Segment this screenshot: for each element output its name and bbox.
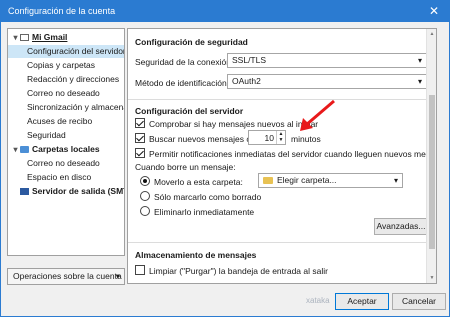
watermark-logo: xataka <box>306 296 330 305</box>
mail-icon <box>20 34 29 41</box>
spin-arrows-icon[interactable]: ▲ ▼ <box>276 131 285 144</box>
close-icon[interactable]: ✕ <box>418 0 450 22</box>
tree-item-label: Carpetas locales <box>32 144 100 154</box>
auth-method-label: Método de identificación: <box>135 78 230 88</box>
chevron-down-icon: ▾ <box>393 176 398 185</box>
red-arrow-annotation <box>300 99 335 131</box>
send-icon <box>20 188 29 195</box>
chevron-down-icon: ▾ <box>115 271 120 281</box>
mark-deleted-radio[interactable] <box>140 191 150 201</box>
auth-method-select[interactable]: OAuth2 ▾ <box>227 74 427 89</box>
tree-item-disk-space[interactable]: Espacio en disco <box>8 171 124 184</box>
check-every-checkbox[interactable] <box>135 133 145 143</box>
folder-picker-value: Elegir carpeta... <box>277 175 337 185</box>
window-title: Configuración de la cuenta <box>8 6 116 16</box>
tree-item-local-folders[interactable]: ▾ Carpetas locales <box>8 143 124 156</box>
divider <box>128 242 426 243</box>
security-section-title: Configuración de seguridad <box>135 37 248 47</box>
account-operations-label: Operaciones sobre la cuenta <box>13 271 122 281</box>
collapse-icon[interactable]: ▾ <box>12 31 19 44</box>
mark-deleted-label: Sólo marcarlo como borrado <box>154 192 262 202</box>
tree-item-label: Mi Gmail <box>32 32 68 42</box>
tree-item-smtp[interactable]: Servidor de salida (SMTP) <box>8 185 124 198</box>
delete-now-label: Eliminarlo inmediatamente <box>154 207 255 217</box>
folder-icon <box>263 177 273 184</box>
tree-item-sync[interactable]: Sincronización y almacena... <box>8 101 124 114</box>
purge-inbox-label: Limpiar ("Purgar") la bandeja de entrada… <box>149 266 328 276</box>
chevron-down-icon: ▾ <box>417 77 422 86</box>
interval-value: 10 <box>264 133 274 143</box>
delete-now-radio[interactable] <box>140 206 150 216</box>
scrollbar-thumb[interactable] <box>429 95 435 249</box>
move-to-folder-radio[interactable] <box>140 176 150 186</box>
settings-panel: Configuración de seguridad Seguridad de … <box>127 28 437 284</box>
advanced-button[interactable]: Avanzadas... <box>374 218 428 235</box>
connection-security-select[interactable]: SSL/TLS ▾ <box>227 53 427 68</box>
title-bar: Configuración de la cuenta ✕ <box>0 0 450 22</box>
tree-item-composition[interactable]: Redacción y direcciones <box>8 73 124 86</box>
interval-stepper[interactable]: 10 ▲ ▼ <box>248 130 286 145</box>
scroll-up-icon[interactable]: ▲ <box>427 31 436 37</box>
chevron-down-icon: ▾ <box>417 56 422 65</box>
account-operations-button[interactable]: Operaciones sobre la cuenta ▾ <box>7 268 125 285</box>
scroll-down-icon[interactable]: ▼ <box>427 275 436 281</box>
tree-item-receipts[interactable]: Acuses de recibo <box>8 115 124 128</box>
check-on-start-label: Comprobar si hay mensajes nuevos al inic… <box>149 119 319 129</box>
tree-item-security[interactable]: Seguridad <box>8 129 124 142</box>
accept-button[interactable]: Aceptar <box>335 293 389 310</box>
push-notifications-label: Permitir notificaciones inmediatas del s… <box>149 149 437 159</box>
tree-item-copies-folders[interactable]: Copias y carpetas <box>8 59 124 72</box>
account-tree: ▾ Mi Gmail Configuración del servidor Cop… <box>7 28 125 256</box>
collapse-icon[interactable]: ▾ <box>12 143 19 156</box>
tree-item-server-settings[interactable]: Configuración del servidor <box>8 45 124 58</box>
folder-icon <box>20 146 29 153</box>
check-on-start-checkbox[interactable] <box>135 118 145 128</box>
auth-method-value: OAuth2 <box>232 76 261 86</box>
server-section-title: Configuración del servidor <box>135 106 244 116</box>
tree-item-junk[interactable]: Correo no deseado <box>8 87 124 100</box>
tree-item-local-junk[interactable]: Correo no deseado <box>8 157 124 170</box>
purge-inbox-checkbox[interactable] <box>135 265 145 275</box>
connection-security-label: Seguridad de la conexión: <box>135 57 234 67</box>
on-delete-label: Cuando borre un mensaje: <box>135 162 236 172</box>
move-to-folder-label: Moverlo a esta carpeta: <box>154 177 243 187</box>
push-notifications-checkbox[interactable] <box>135 148 145 158</box>
tree-item-mi-gmail[interactable]: ▾ Mi Gmail <box>8 31 124 44</box>
cancel-button[interactable]: Cancelar <box>392 293 446 310</box>
connection-security-value: SSL/TLS <box>232 55 267 65</box>
scrollbar[interactable]: ▲ ▼ <box>426 29 436 283</box>
divider <box>128 99 426 100</box>
dialog-body: ▾ Mi Gmail Configuración del servidor Cop… <box>0 22 450 317</box>
folder-picker[interactable]: Elegir carpeta... ▾ <box>258 173 403 188</box>
storage-section-title: Almacenamiento de mensajes <box>135 250 257 260</box>
minutes-label: minutos <box>291 134 321 144</box>
tree-item-label: Servidor de salida (SMTP) <box>32 186 124 196</box>
